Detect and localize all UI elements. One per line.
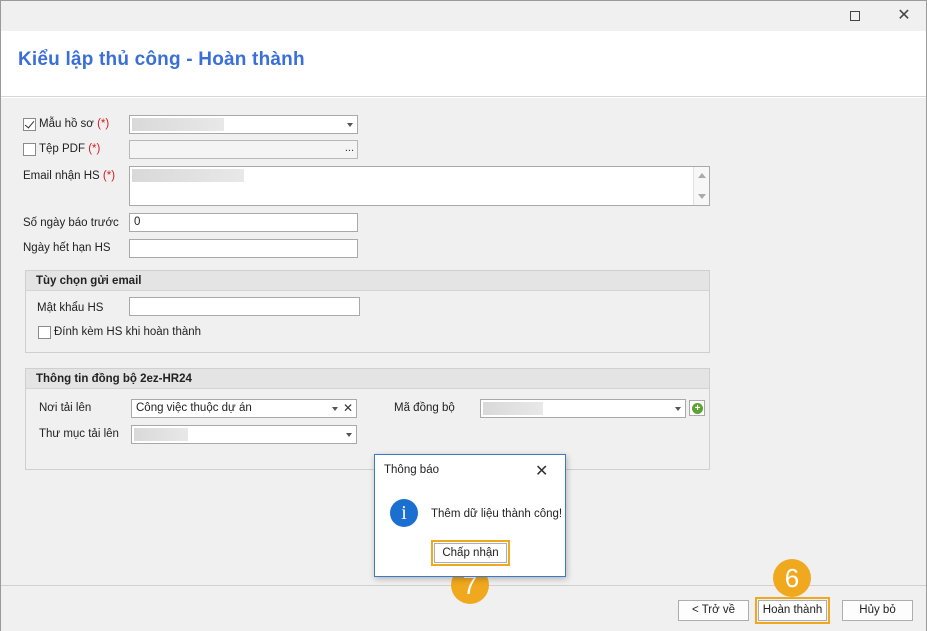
email-nhan-field[interactable] — [129, 166, 710, 206]
dialog-message: Thêm dữ liệu thành công! — [431, 508, 563, 520]
group-title: Thông tin đồng bộ 2ez-HR24 — [36, 373, 192, 385]
group-header: Tùy chọn gửi email — [26, 271, 709, 291]
email-nhan-label: Email nhận HS (*) — [23, 170, 116, 182]
redacted-value — [132, 118, 224, 131]
so-ngay-bao-truoc-value: 0 — [134, 216, 141, 228]
mat-khau-label: Mật khẩu HS — [37, 302, 104, 314]
maximize-icon[interactable] — [846, 7, 864, 25]
group-title: Tùy chọn gửi email — [36, 275, 142, 287]
ngay-het-han-label: Ngày hết hạn HS — [23, 242, 111, 254]
mau-ho-so-label: Mẫu hồ sơ (*) — [39, 118, 110, 130]
tep-pdf-checkbox[interactable] — [23, 143, 36, 156]
page-title: Kiểu lập thủ công - Hoàn thành — [18, 49, 305, 70]
scroll-down-icon[interactable] — [698, 194, 706, 199]
tep-pdf-label: Tệp PDF (*) — [39, 143, 101, 155]
browse-button[interactable]: ... — [345, 142, 354, 154]
dinh-kem-checkbox[interactable] — [38, 326, 51, 339]
step-badge-6: 6 — [773, 559, 811, 597]
dialog-title: Thông báo — [384, 464, 439, 476]
so-ngay-bao-truoc-label: Số ngày báo trước — [23, 217, 119, 229]
noi-tai-len-label: Nơi tải lên — [39, 402, 92, 414]
sync-info-group: Thông tin đồng bộ 2ez-HR24 Nơi tải lên C… — [25, 368, 710, 470]
redacted-value — [483, 402, 543, 415]
chevron-down-icon — [675, 407, 681, 411]
so-ngay-bao-truoc-input[interactable]: 0 — [129, 213, 358, 232]
clear-icon[interactable]: ✕ — [343, 401, 353, 415]
chevron-down-icon — [347, 123, 353, 127]
mau-ho-so-checkbox[interactable] — [23, 118, 36, 131]
ngay-het-han-input[interactable] — [129, 239, 358, 258]
vertical-scrollbar[interactable] — [693, 167, 709, 205]
scroll-up-icon[interactable] — [698, 173, 706, 178]
close-icon[interactable]: ✕ — [535, 461, 548, 481]
message-dialog: Thông báo ✕ i Thêm dữ liệu thành công! C… — [374, 454, 566, 577]
chevron-down-icon — [346, 433, 352, 437]
ma-dong-bo-select[interactable] — [480, 399, 686, 418]
thu-muc-select[interactable] — [131, 425, 357, 444]
title-bar: ✕ — [1, 1, 926, 31]
back-button[interactable]: < Trở về — [678, 600, 749, 621]
group-header: Thông tin đồng bộ 2ez-HR24 — [26, 369, 709, 389]
header-area: Kiểu lập thủ công - Hoàn thành — [1, 31, 926, 97]
redacted-value — [134, 428, 188, 441]
close-icon[interactable]: ✕ — [895, 7, 913, 25]
tep-pdf-field[interactable]: ... — [129, 140, 358, 159]
redacted-value — [132, 169, 244, 182]
noi-tai-len-value: Công việc thuộc dự án — [136, 402, 252, 414]
dinh-kem-label: Đính kèm HS khi hoàn thành — [54, 326, 202, 338]
thu-muc-label: Thư mục tải lên — [39, 428, 119, 440]
cancel-button[interactable]: Hủy bỏ — [842, 600, 913, 621]
noi-tai-len-select[interactable]: Công việc thuộc dự án ✕ — [131, 399, 357, 418]
email-options-group: Tùy chọn gửi email Mật khẩu HS Đính kèm … — [25, 270, 710, 353]
dialog-window: ✕ Kiểu lập thủ công - Hoàn thành Mẫu hồ … — [0, 0, 927, 631]
finish-button[interactable]: Hoàn thành — [755, 597, 830, 624]
add-icon[interactable]: + — [689, 400, 705, 416]
accept-button[interactable]: Chấp nhận — [431, 540, 510, 566]
ma-dong-bo-label: Mã đồng bộ — [394, 402, 455, 414]
info-icon: i — [390, 499, 418, 527]
mat-khau-input[interactable] — [129, 297, 360, 316]
mau-ho-so-select[interactable] — [129, 115, 358, 134]
chevron-down-icon — [332, 407, 338, 411]
